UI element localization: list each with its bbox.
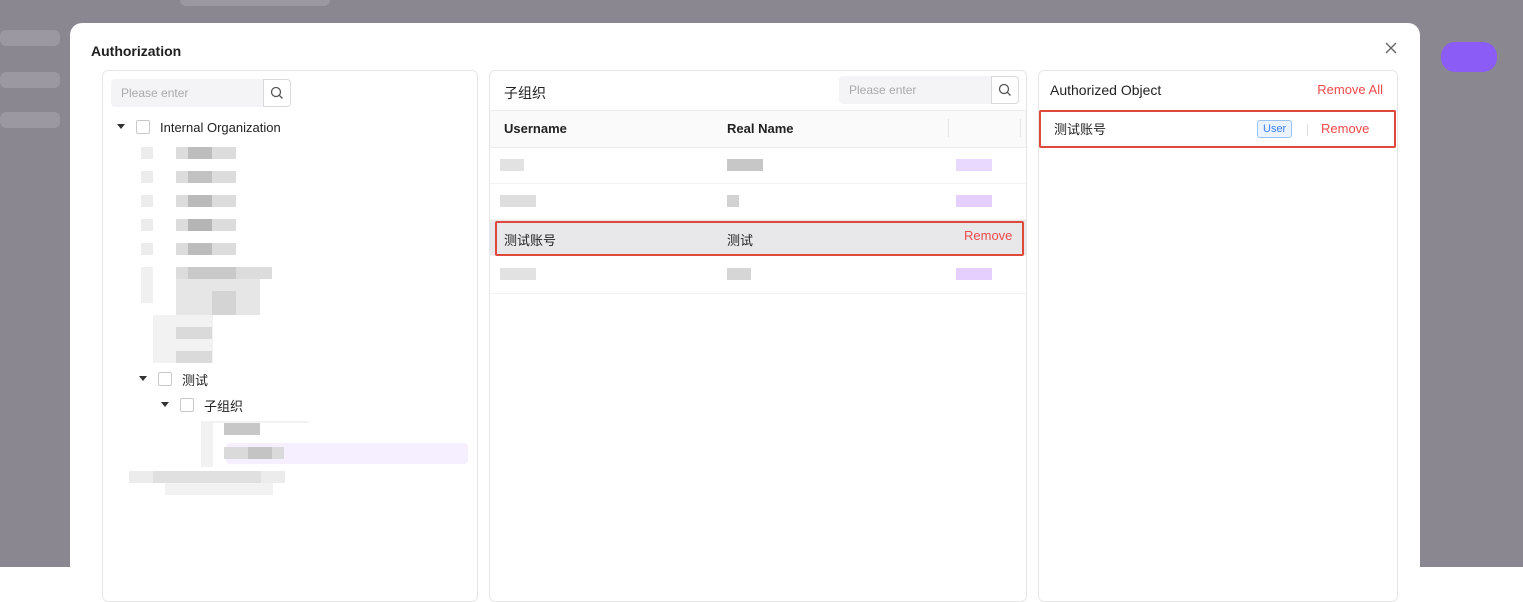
close-icon[interactable] xyxy=(1382,39,1400,57)
blurred-tree-item xyxy=(188,219,212,231)
remove-all-button[interactable]: Remove All xyxy=(1317,82,1383,97)
tree-search xyxy=(111,79,291,107)
blurred-tree-item xyxy=(188,171,212,183)
blurred-tree-item xyxy=(176,351,212,363)
blurred-tree-item xyxy=(188,195,212,207)
caret-down-icon[interactable] xyxy=(138,374,148,384)
tree-search-input[interactable] xyxy=(111,79,263,107)
caret-down-icon[interactable] xyxy=(116,122,126,132)
blurred-tree-item xyxy=(224,423,260,435)
background-blur xyxy=(0,72,60,88)
tree-node-root[interactable]: Internal Organization xyxy=(116,117,281,137)
column-divider xyxy=(948,119,949,137)
user-list-panel: 子组织 Username Real Name 测试账号 测试 Remove xyxy=(489,70,1027,602)
blurred-tree-item xyxy=(188,267,236,279)
blurred-action[interactable] xyxy=(956,159,992,171)
organization-tree-panel: Internal Organization 测试 xyxy=(102,70,478,602)
panel-title: 子组织 xyxy=(504,85,546,101)
blurred-cell xyxy=(727,268,751,280)
blurred-tree-item xyxy=(141,171,153,183)
blurred-cell xyxy=(500,195,536,207)
background-button xyxy=(1441,42,1497,72)
user-search xyxy=(839,76,1019,104)
blurred-cell xyxy=(727,159,763,171)
blurred-cell xyxy=(727,195,739,207)
background-blur xyxy=(0,112,60,128)
blurred-tree-item xyxy=(141,147,153,159)
blurred-cell xyxy=(500,159,524,171)
blurred-tree-item xyxy=(212,291,236,315)
user-search-input[interactable] xyxy=(839,76,991,104)
caret-down-icon[interactable] xyxy=(160,400,170,410)
blurred-action[interactable] xyxy=(956,268,992,280)
table-row[interactable] xyxy=(490,183,1026,220)
blurred-action[interactable] xyxy=(956,195,992,207)
panel-title: Authorized Object xyxy=(1050,82,1162,98)
column-divider xyxy=(1020,119,1021,137)
tree-node-checkbox[interactable] xyxy=(136,120,150,134)
table-row[interactable] xyxy=(490,257,1026,294)
column-header-username[interactable]: Username xyxy=(504,121,567,136)
authorization-dialog: Authorization Internal Organization xyxy=(70,23,1420,602)
blurred-tree-item xyxy=(201,421,213,467)
blurred-cell xyxy=(500,268,536,280)
blurred-tree-item xyxy=(188,147,212,159)
tree-node-checkbox[interactable] xyxy=(158,372,172,386)
tree-node-label: 子组织 xyxy=(204,398,244,414)
blurred-tree-item xyxy=(153,471,261,483)
background-blur xyxy=(0,30,60,46)
blurred-tree-item xyxy=(188,243,212,255)
authorized-object-panel: Authorized Object Remove All 测试账号 User R… xyxy=(1038,70,1398,602)
background-blur xyxy=(180,0,330,6)
search-icon[interactable] xyxy=(991,76,1019,104)
blurred-tree-item xyxy=(141,219,153,231)
blurred-tree-item xyxy=(141,243,153,255)
dialog-title: Authorization xyxy=(91,43,182,59)
blurred-tree-item xyxy=(165,483,273,495)
search-icon[interactable] xyxy=(263,79,291,107)
highlight-outline xyxy=(1039,110,1396,148)
tree-node-label: 测试 xyxy=(182,372,209,388)
column-header-real-name[interactable]: Real Name xyxy=(727,121,793,136)
tree-node-checkbox[interactable] xyxy=(180,398,194,412)
tree-node-sub-org[interactable]: 子组织 xyxy=(160,395,243,415)
tree-node-label: Internal Organization xyxy=(160,119,281,135)
table-row[interactable] xyxy=(490,147,1026,184)
blurred-tree-item xyxy=(176,327,212,339)
table-header: Username Real Name xyxy=(490,110,1026,148)
tree-node-test[interactable]: 测试 xyxy=(138,369,208,389)
blurred-tree-item xyxy=(141,267,153,303)
highlight-outline xyxy=(495,221,1024,256)
blurred-tree-item xyxy=(248,447,272,459)
blurred-tree-item xyxy=(141,195,153,207)
